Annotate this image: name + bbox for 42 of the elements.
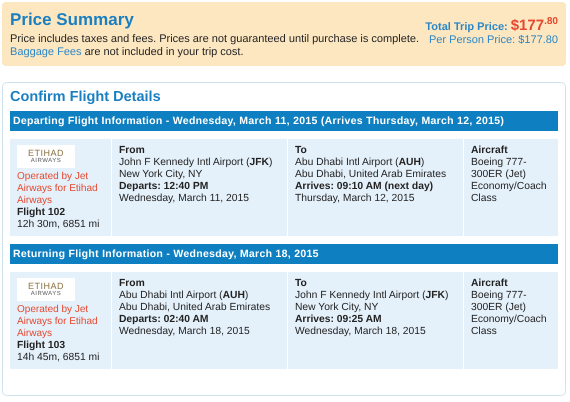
from-city: Abu Dhabi, United Arab Emirates [119,302,272,314]
from-airport: Abu Dhabi Intl Airport (AUH) [119,290,250,302]
aircraft-label: Aircraft [471,278,509,290]
summary-title: Price Summary [10,10,135,30]
departure-date: Wednesday, March 11, 2015 [119,193,250,205]
price-note: Price includes taxes and fees. Prices are not guaranteed until purchase is complete. [10,33,420,46]
baggage-note: are not included in your trip cost. [84,46,244,58]
cabin-class: Economy/Coach Class [471,181,548,205]
flight-header: Departing Flight Information - Wednesday, March 11, 2015 (Arrives Thursday, March 12, 2015) [10,111,558,131]
arrival-time: Arrives: 09:25 AM [295,314,383,326]
per-person-price: Per Person Price: $177.80 [428,34,558,46]
departure-date: Wednesday, March 18, 2015 [119,326,251,338]
arrival-date: Wednesday, March 18, 2015 [295,326,427,338]
aircraft-type: Boeing 777-300ER (Jet) [471,157,528,181]
departure-time: Departs: 02:40 AM [119,314,210,326]
to-label: To [295,145,308,157]
departure-time: Departs: 12:40 PM [119,181,210,193]
flight-header: Returning Flight Information - Wednesday, March 18, 2015 [10,244,558,264]
to-label: To [295,278,308,290]
confirm-title: Confirm Flight Details [10,89,162,105]
aircraft-type: Boeing 777-300ER (Jet) [471,290,528,314]
to-city: Abu Dhabi, United Arab Emirates [295,169,448,181]
flight-duration: 14h 45m, 6851 mi [17,352,100,364]
baggage-fees-link[interactable]: Baggage Fees [10,46,82,58]
to-airport: John F Kennedy Intl Airport (JFK) [295,290,450,302]
flight-number: Flight 103 [17,340,66,352]
total-price-label: Total Trip Price: [425,21,508,33]
total-price: $177$^{.80}$ [510,17,558,34]
cabin-class: Economy/Coach Class [471,314,548,338]
from-city: New York City, NY [119,169,204,181]
to-airport: Abu Dhabi Intl Airport (AUH) [295,157,426,169]
aircraft-label: Aircraft [471,145,509,157]
arrival-date: Thursday, March 12, 2015 [295,193,416,205]
from-label: From [119,278,146,290]
from-airport: John F Kennedy Intl Airport (JFK) [119,157,274,169]
flight-duration: 12h 30m, 6851 mi [17,219,100,231]
arrival-time: Arrives: 09:10 AM (next day) [295,181,434,193]
flight-number: Flight 102 [17,207,66,219]
operated-by: Operated by Jet Airways for Etihad Airways [17,304,99,340]
operated-by: Operated by Jet Airways for Etihad Airways [17,171,99,207]
from-label: From [119,145,146,157]
to-city: New York City, NY [295,302,380,314]
